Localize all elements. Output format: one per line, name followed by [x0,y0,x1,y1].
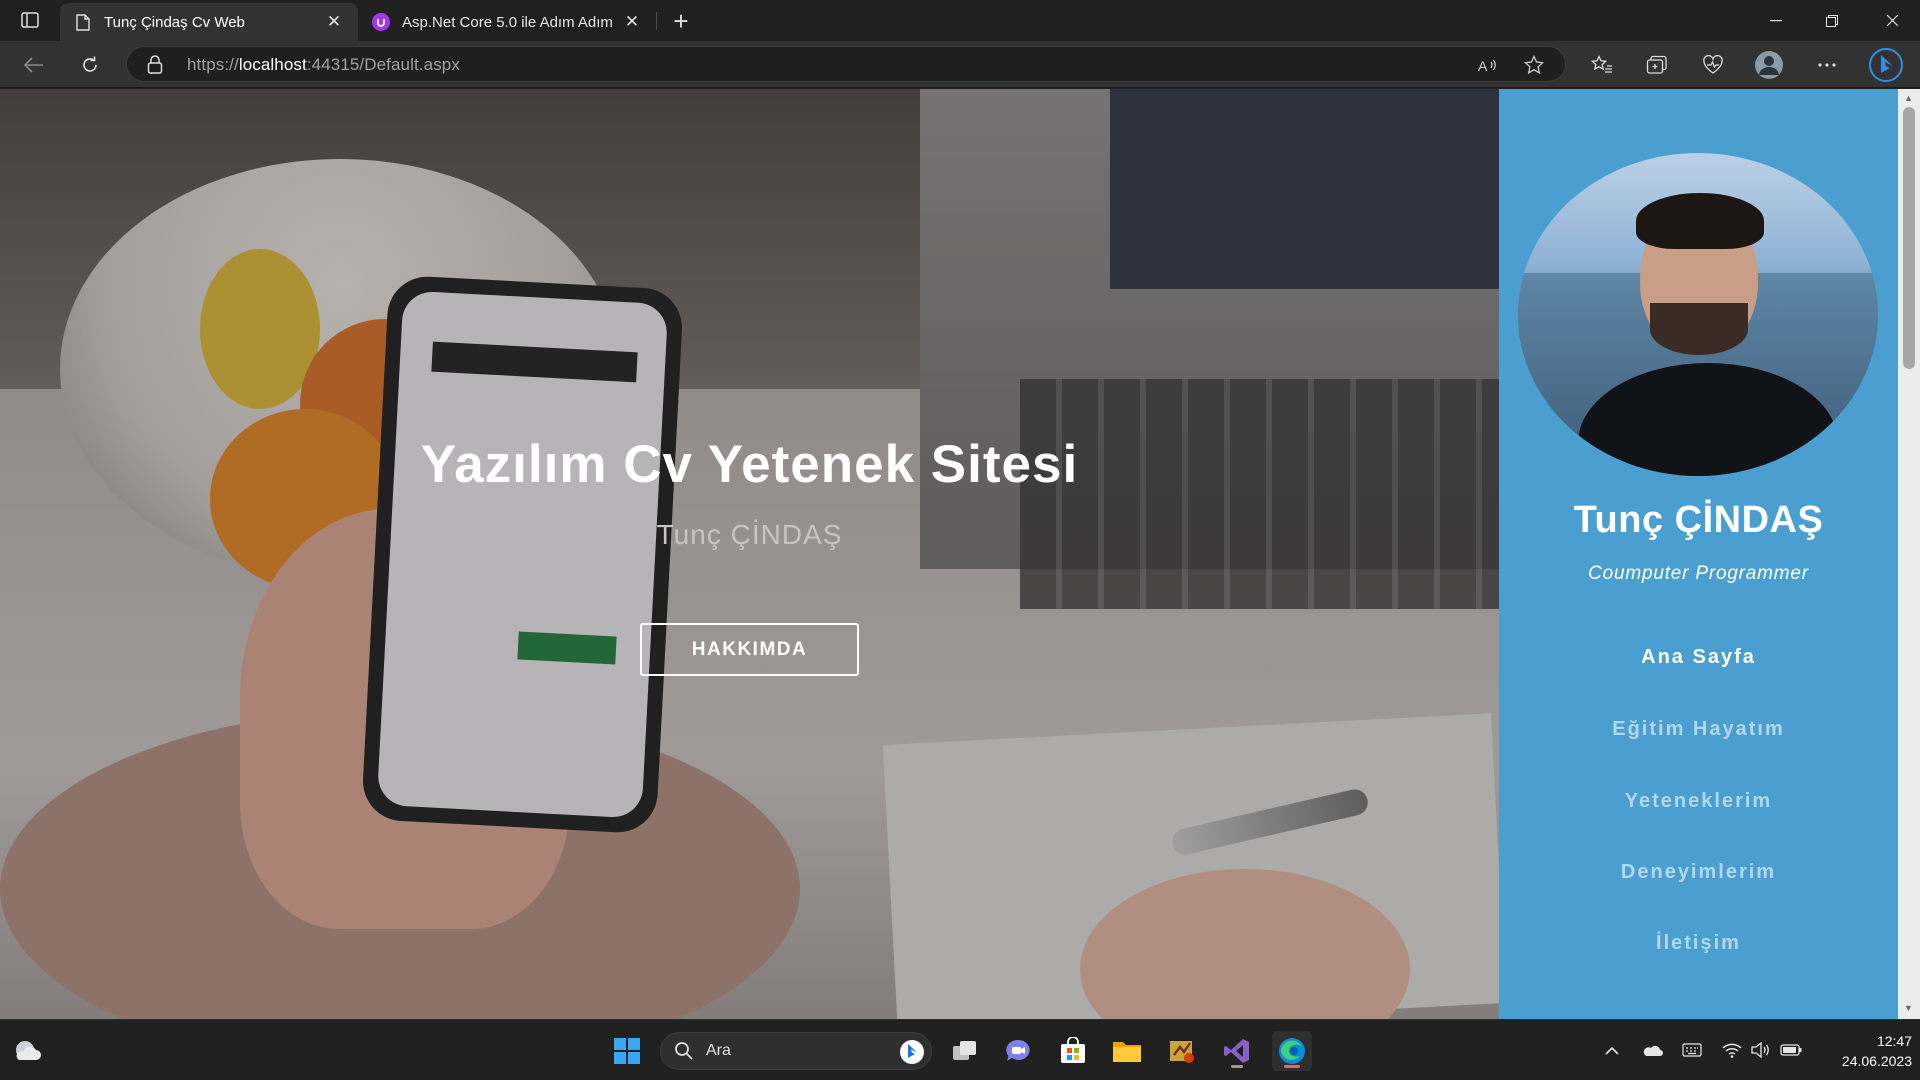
keyboard-icon[interactable] [1680,1038,1704,1062]
task-view-icon[interactable] [945,1031,985,1071]
wifi-icon[interactable] [1720,1038,1744,1062]
profile-avatar-icon[interactable] [1754,50,1784,80]
tab-title: Tunç Çindaş Cv Web [104,13,245,31]
clock-date: 24.06.2023 [1841,1053,1912,1069]
sql-management-icon[interactable] [1162,1031,1202,1071]
chevron-up-icon[interactable] [1600,1038,1624,1062]
teams-chat-icon[interactable] [998,1031,1038,1071]
svg-text:A: A [1478,58,1488,73]
tab-udemy-course[interactable]: Asp.Net Core 5.0 ile Adım Adım Web ✕ [358,3,656,41]
browser-essentials-icon[interactable] [1698,50,1728,80]
nav-yeteneklerim[interactable]: Yeteneklerim [1499,790,1898,813]
favorite-star-icon[interactable] [1523,54,1545,76]
running-indicator [1231,1065,1243,1068]
udemy-icon [372,13,390,31]
windows-taskbar: Ara 12:47 24.06.2023 [0,1019,1920,1080]
favorites-icon[interactable] [1587,50,1617,80]
scroll-up-arrow-icon[interactable]: ▲ [1904,93,1913,103]
nav-egitim-hayatim[interactable]: Eğitim Hayatım [1499,718,1898,741]
taskbar-search[interactable]: Ara [660,1032,932,1070]
page-viewport: Yazılım Cv Yetenek Sitesi Tunç ÇİNDAŞ HA… [0,89,1920,1019]
edge-browser-icon[interactable] [1272,1031,1312,1071]
tab-cv-web[interactable]: Tunç Çindaş Cv Web ✕ [60,3,358,41]
tab-separator [656,12,657,30]
taskbar-clock[interactable]: 12:47 24.06.2023 [1812,1031,1912,1071]
microsoft-store-icon[interactable] [1053,1031,1093,1071]
clock-time: 12:47 [1876,1033,1912,1049]
volume-icon[interactable] [1749,1038,1773,1062]
close-window-icon[interactable] [1864,0,1920,41]
close-tab-icon[interactable]: ✕ [622,12,642,32]
hero-title: Yazılım Cv Yetenek Sitesi [420,435,1079,494]
reload-icon[interactable] [73,48,107,82]
tab-title: Asp.Net Core 5.0 ile Adım Adım Web [402,13,614,31]
url-text[interactable]: https://localhost:44315/Default.aspx [187,55,460,75]
url-path: :44315/Default.aspx [306,55,460,74]
windows-start-icon[interactable] [607,1031,647,1071]
document-icon [74,13,92,31]
sidebar: Tunç ÇİNDAŞ Coumputer Programmer Ana Say… [1499,89,1898,1019]
url-scheme: https:// [187,55,239,74]
collections-icon[interactable] [1642,50,1672,80]
nav-deneyimlerim[interactable]: Deneyimlerim [1499,861,1898,884]
browser-tab-bar: Tunç Çindaş Cv Web ✕ Asp.Net Core 5.0 il… [0,0,1920,41]
battery-icon[interactable] [1779,1038,1803,1062]
visual-studio-icon[interactable] [1217,1031,1257,1071]
nav-ana-sayfa[interactable]: Ana Sayfa [1499,646,1898,669]
profile-role: Coumputer Programmer [1588,563,1809,584]
active-indicator [1284,1065,1300,1068]
hero-section: Yazılım Cv Yetenek Sitesi Tunç ÇİNDAŞ HA… [0,89,1499,1019]
onedrive-cloud-icon[interactable] [1640,1038,1664,1062]
address-bar[interactable]: https://localhost:44315/Default.aspx A [126,46,1566,82]
tab-actions-icon[interactable] [14,8,46,32]
url-host: localhost [238,55,307,74]
bing-chat-icon[interactable] [1868,47,1904,83]
search-icon [674,1041,694,1066]
close-tab-icon[interactable]: ✕ [324,12,344,32]
bing-icon[interactable] [899,1039,925,1070]
new-tab-button[interactable]: + [666,6,696,36]
photo-beard [1650,303,1748,355]
hero-subtitle: Tunç ÇİNDAŞ [656,519,843,550]
profile-name: Tunç ÇİNDAŞ [1573,499,1824,541]
lock-icon[interactable] [147,55,167,75]
profile-photo [1518,153,1878,476]
back-arrow-icon[interactable] [17,48,51,82]
page-scrollbar[interactable]: ▲ ▼ [1898,89,1920,1019]
about-button[interactable]: HAKKIMDA [640,623,859,676]
file-explorer-icon[interactable] [1107,1031,1147,1071]
scrollbar-thumb[interactable] [1903,107,1915,369]
restore-icon[interactable] [1804,0,1860,41]
search-placeholder: Ara [706,1042,731,1059]
hero-overlay [0,89,1499,1019]
minimize-icon[interactable] [1748,0,1804,41]
weather-icon[interactable] [8,1031,48,1071]
photo-hair [1636,193,1764,249]
more-options-icon[interactable] [1812,50,1842,80]
read-aloud-icon[interactable]: A [1477,54,1499,76]
browser-toolbar: https://localhost:44315/Default.aspx A [0,41,1920,88]
nav-iletisim[interactable]: İletişim [1499,932,1898,955]
scroll-down-arrow-icon[interactable]: ▼ [1904,1003,1913,1013]
